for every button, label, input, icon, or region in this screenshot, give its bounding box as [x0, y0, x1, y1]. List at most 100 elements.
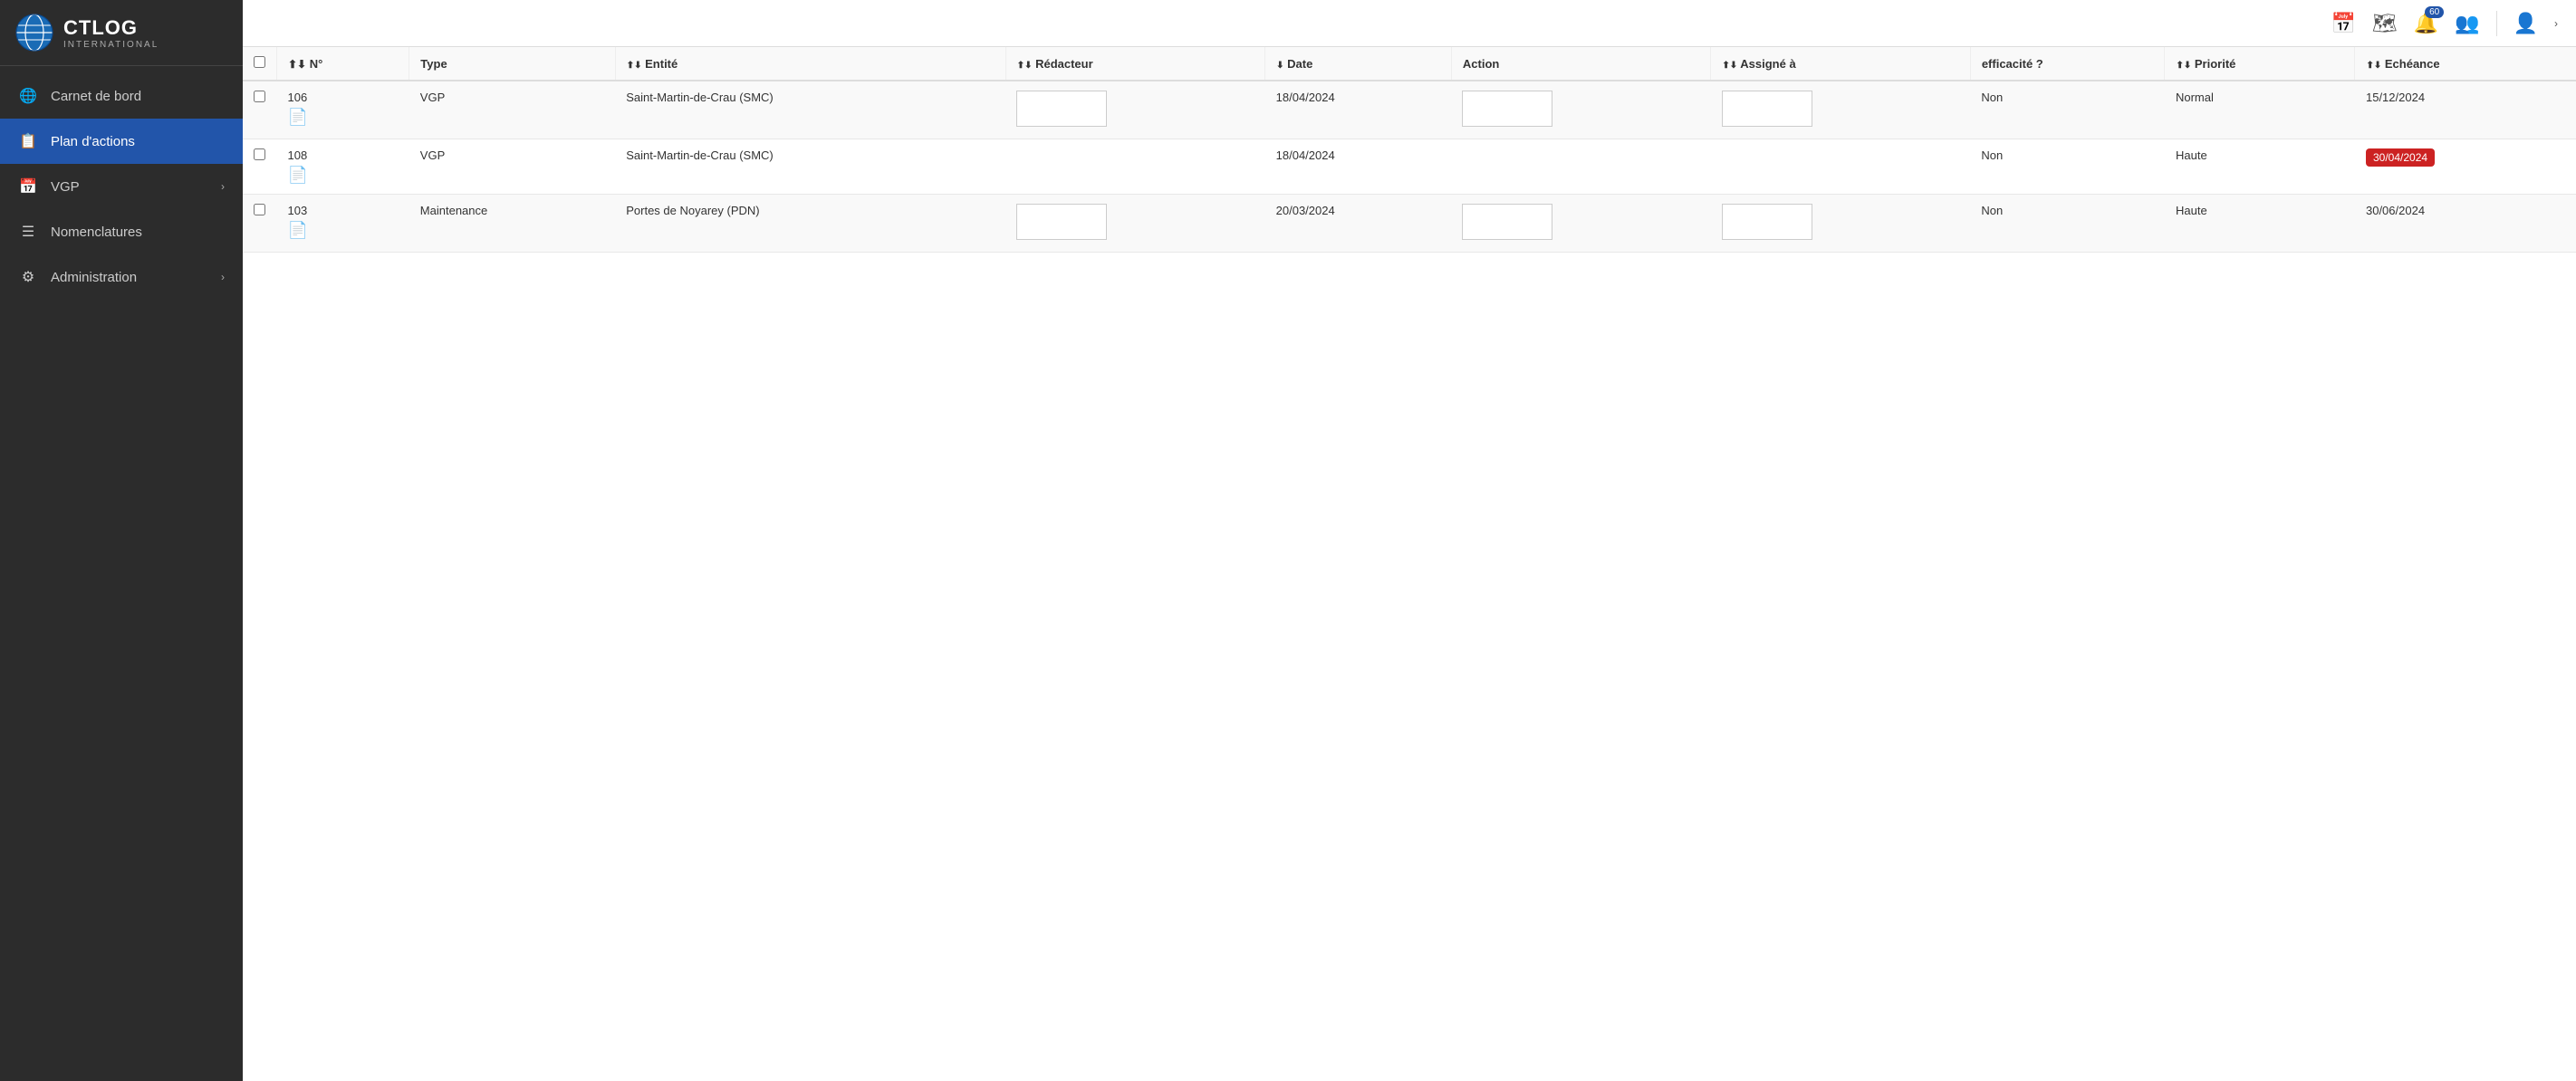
col-efficacite: efficacité ? — [1970, 47, 2165, 81]
globe-icon: 🌐 — [18, 86, 38, 106]
row-efficacite: Non — [1970, 139, 2165, 195]
table-header: ⬆⬇ N° Type ⬆⬇ Entité ⬆⬇ Rédacteur — [243, 47, 2576, 81]
logo: CTLOG INTERNATIONAL — [0, 0, 243, 66]
row-echeance: 30/06/2024 — [2355, 195, 2576, 253]
table-row: 108 📄 VGP Saint-Martin-de-Crau (SMC) 18/… — [243, 139, 2576, 195]
sort-icon: ⬆⬇ — [627, 61, 642, 71]
chevron-right-icon: › — [221, 180, 225, 193]
col-entite: ⬆⬇ Entité — [615, 47, 1005, 81]
sort-icon: ⬆⬇ — [1722, 61, 1737, 71]
redacteur-input[interactable] — [1016, 91, 1107, 127]
map-icon[interactable]: 🗺 — [2372, 12, 2398, 35]
gear-icon: ⚙ — [18, 267, 38, 287]
data-table-container: ⬆⬇ N° Type ⬆⬇ Entité ⬆⬇ Rédacteur — [243, 47, 2576, 1081]
top-header: 📅 🗺 🔔 60 👥 👤 › — [243, 0, 2576, 47]
row-entite: Saint-Martin-de-Crau (SMC) — [615, 139, 1005, 195]
row-action — [1451, 195, 1710, 253]
select-all-checkbox[interactable] — [254, 56, 265, 68]
col-num: ⬆⬇ N° — [277, 47, 409, 81]
col-date: ⬇ Date — [1265, 47, 1452, 81]
pdf-icon[interactable]: 📄 — [288, 221, 399, 240]
sidebar: CTLOG INTERNATIONAL 🌐 Carnet de bord 📋 P… — [0, 0, 243, 1081]
logo-title: CTLOG — [63, 16, 159, 40]
sidebar-item-vgp[interactable]: 📅 VGP › — [0, 164, 243, 209]
assigne-input[interactable] — [1722, 204, 1812, 240]
user-chevron-icon[interactable]: › — [2554, 17, 2558, 30]
row-echeance: 30/04/2024 — [2355, 139, 2576, 195]
sidebar-nav: 🌐 Carnet de bord 📋 Plan d'actions 📅 VGP … — [0, 66, 243, 1081]
calendar-icon: 📅 — [18, 177, 38, 196]
sidebar-item-label: Nomenclatures — [51, 225, 225, 240]
row-date: 18/04/2024 — [1265, 139, 1452, 195]
row-num: 108 📄 — [277, 139, 409, 195]
table-row: 106 📄 VGP Saint-Martin-de-Crau (SMC) 18/… — [243, 81, 2576, 139]
col-echeance: ⬆⬇ Echéance — [2355, 47, 2576, 81]
col-redacteur: ⬆⬇ Rédacteur — [1005, 47, 1264, 81]
row-priorite: Normal — [2165, 81, 2355, 139]
row-efficacite: Non — [1970, 81, 2165, 139]
row-type: VGP — [409, 139, 615, 195]
row-num: 106 📄 — [277, 81, 409, 139]
row-checkbox-cell — [243, 139, 277, 195]
table-row: 103 📄 Maintenance Portes de Noyarey (PDN… — [243, 195, 2576, 253]
sort-icon: ⬆⬇ — [1017, 61, 1033, 71]
sort-up-down-icon: ⬆⬇ — [288, 58, 306, 71]
sidebar-item-label: Plan d'actions — [51, 134, 225, 149]
row-checkbox[interactable] — [254, 91, 265, 102]
clipboard-icon: 📋 — [18, 131, 38, 151]
row-checkbox[interactable] — [254, 148, 265, 160]
logo-globe-icon — [14, 13, 54, 53]
users-icon[interactable]: 👥 — [2455, 12, 2479, 35]
notification-badge: 60 — [2425, 6, 2444, 18]
row-echeance: 15/12/2024 — [2355, 81, 2576, 139]
sort-icon: ⬇ — [1276, 61, 1283, 71]
row-date: 20/03/2024 — [1265, 195, 1452, 253]
row-assigne — [1711, 195, 1970, 253]
header-divider — [2496, 11, 2497, 36]
col-action: Action — [1451, 47, 1710, 81]
sidebar-item-plan-actions[interactable]: 📋 Plan d'actions — [0, 119, 243, 164]
logo-subtitle: INTERNATIONAL — [63, 40, 159, 50]
row-checkbox-cell — [243, 195, 277, 253]
bell-icon[interactable]: 🔔 60 — [2414, 12, 2438, 35]
row-checkbox[interactable] — [254, 204, 265, 215]
col-checkbox — [243, 47, 277, 81]
sidebar-item-administration[interactable]: ⚙ Administration › — [0, 254, 243, 300]
calendar-header-icon[interactable]: 📅 — [2331, 12, 2355, 35]
col-type: Type — [409, 47, 615, 81]
row-redacteur — [1005, 81, 1264, 139]
sidebar-item-label: Administration — [51, 270, 221, 285]
echeance-badge: 30/04/2024 — [2366, 148, 2435, 167]
user-icon[interactable]: 👤 — [2514, 12, 2538, 35]
row-checkbox-cell — [243, 81, 277, 139]
sidebar-item-carnet-de-bord[interactable]: 🌐 Carnet de bord — [0, 73, 243, 119]
chevron-right-icon: › — [221, 271, 225, 283]
row-priorite: Haute — [2165, 139, 2355, 195]
row-redacteur — [1005, 195, 1264, 253]
sidebar-item-label: VGP — [51, 179, 221, 195]
table-body: 106 📄 VGP Saint-Martin-de-Crau (SMC) 18/… — [243, 81, 2576, 253]
row-entite: Saint-Martin-de-Crau (SMC) — [615, 81, 1005, 139]
row-priorite: Haute — [2165, 195, 2355, 253]
col-assigne: ⬆⬇ Assigné à — [1711, 47, 1970, 81]
action-input[interactable] — [1462, 204, 1552, 240]
assigne-input[interactable] — [1722, 91, 1812, 127]
list-icon: ☰ — [18, 222, 38, 242]
row-assigne — [1711, 139, 1970, 195]
pdf-icon[interactable]: 📄 — [288, 166, 399, 185]
sidebar-item-label: Carnet de bord — [51, 89, 225, 104]
row-action — [1451, 139, 1710, 195]
action-input[interactable] — [1462, 91, 1552, 127]
row-date: 18/04/2024 — [1265, 81, 1452, 139]
pdf-icon[interactable]: 📄 — [288, 108, 399, 127]
row-num: 103 📄 — [277, 195, 409, 253]
sort-icon: ⬆⬇ — [2176, 61, 2191, 71]
sidebar-item-nomenclatures[interactable]: ☰ Nomenclatures — [0, 209, 243, 254]
row-action — [1451, 81, 1710, 139]
redacteur-input[interactable] — [1016, 204, 1107, 240]
main-content: 📅 🗺 🔔 60 👥 👤 › ⬆⬇ N° — [243, 0, 2576, 1081]
row-efficacite: Non — [1970, 195, 2165, 253]
row-redacteur — [1005, 139, 1264, 195]
row-assigne — [1711, 81, 1970, 139]
col-priorite: ⬆⬇ Priorité — [2165, 47, 2355, 81]
